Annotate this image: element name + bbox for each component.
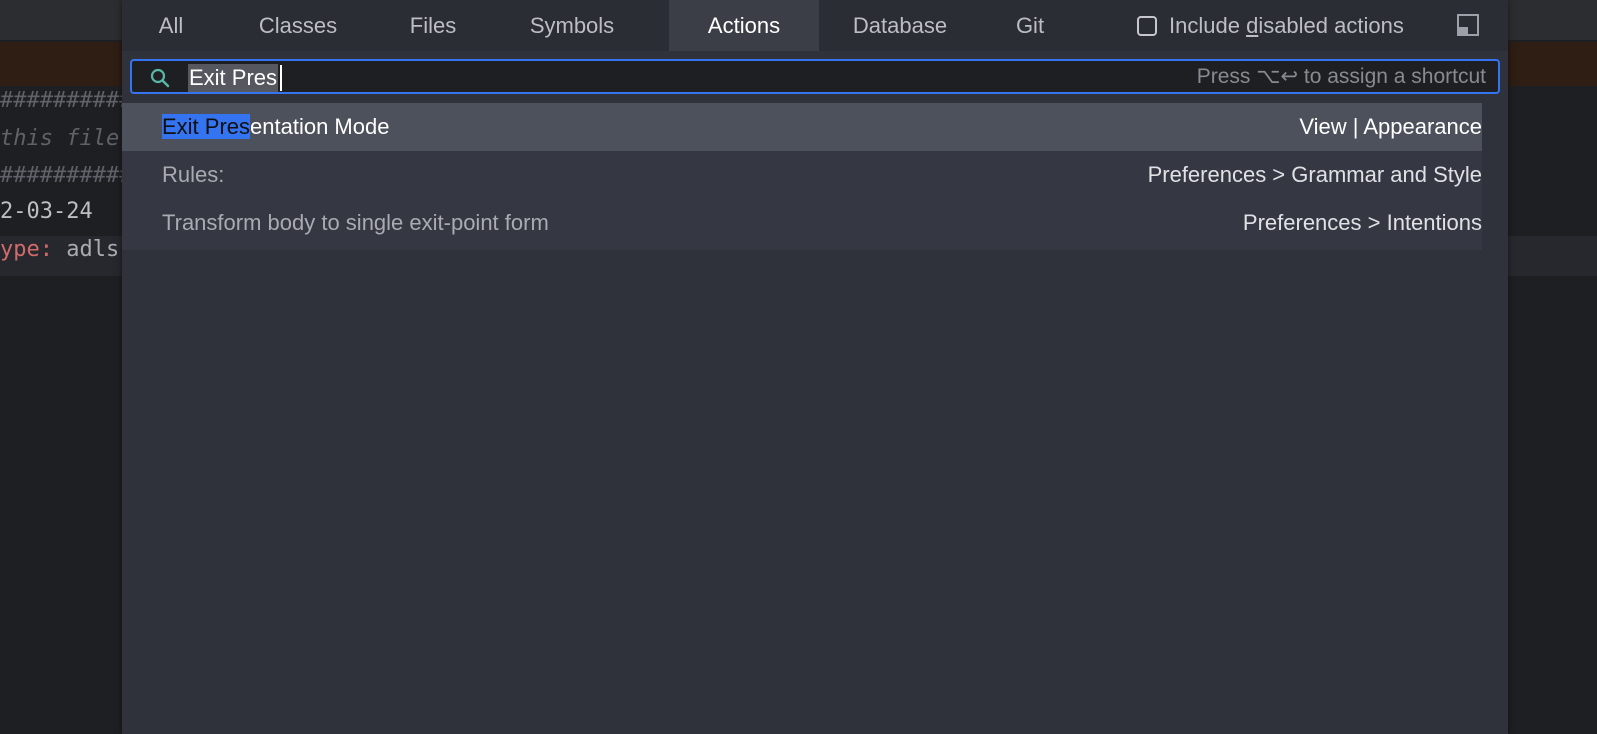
tab-symbols[interactable]: Symbols xyxy=(510,0,634,51)
tab-git[interactable]: Git xyxy=(998,0,1062,51)
include-disabled-actions-toggle[interactable]: Include disabled actions xyxy=(1137,0,1404,51)
search-everywhere-popup: All Classes Files Symbols Actions Databa… xyxy=(122,0,1508,734)
code-line: ########## xyxy=(0,163,133,188)
code-value: adls xyxy=(66,237,120,262)
result-name: Transform body to single exit-point form xyxy=(162,210,549,235)
shortcut-hint: Press ⌥↩ to assign a shortcut xyxy=(1196,65,1486,88)
include-disabled-checkbox[interactable] xyxy=(1137,15,1157,36)
result-location: Preferences > Intentions xyxy=(1242,210,1482,235)
preview-panel-icon[interactable] xyxy=(1457,14,1479,36)
code-line: ########## xyxy=(0,88,133,113)
result-location: Preferences > Grammar and Style xyxy=(1147,162,1482,187)
result-item[interactable]: Rules: Preferences > Grammar and Style xyxy=(122,151,1482,199)
search-input[interactable]: Exit Pres xyxy=(188,64,279,92)
search-icon xyxy=(148,66,172,90)
result-name: Rules: xyxy=(162,162,225,187)
tab-actions[interactable]: Actions xyxy=(669,0,819,51)
code-line: 2-03-24 xyxy=(0,199,93,224)
code-line: this file xyxy=(0,126,120,151)
result-name: Exit Presentation Mode xyxy=(162,114,390,139)
result-item[interactable]: Transform body to single exit-point form… xyxy=(122,199,1482,247)
code-separator: : xyxy=(39,237,67,262)
code-key: ype xyxy=(0,237,40,262)
search-field[interactable]: Exit Pres Press ⌥↩ to assign a shortcut xyxy=(130,59,1500,94)
text-caret xyxy=(280,65,282,91)
scope-tab-bar: All Classes Files Symbols Actions Databa… xyxy=(122,0,1508,51)
result-location: View | Appearance xyxy=(1299,114,1482,139)
results-list: Exit Presentation Mode View | Appearance… xyxy=(122,103,1482,247)
tab-database[interactable]: Database xyxy=(834,0,966,51)
include-disabled-label: Include disabled actions xyxy=(1169,12,1404,38)
tab-all[interactable]: All xyxy=(138,0,204,51)
result-item[interactable]: Exit Presentation Mode View | Appearance xyxy=(122,103,1482,151)
tab-files[interactable]: Files xyxy=(392,0,474,51)
code-line: ype: adls xyxy=(0,237,119,262)
tab-classes[interactable]: Classes xyxy=(240,0,356,51)
